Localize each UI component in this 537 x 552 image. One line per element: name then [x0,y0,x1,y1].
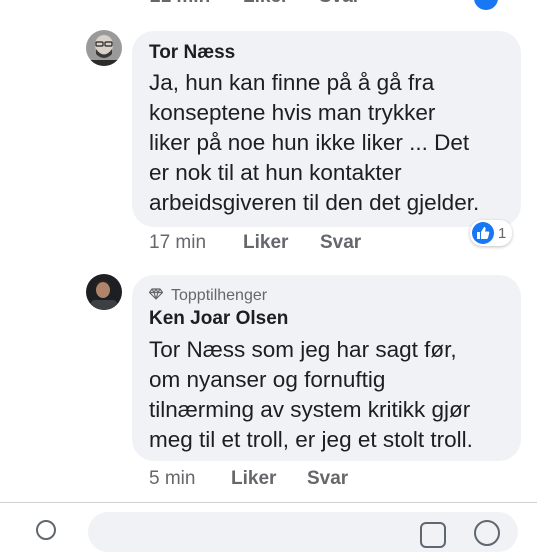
comment-text-line: liker på noe hun ikke liker ... Det [149,130,470,155]
comment-actions: 5 min Liker Svar [0,468,537,492]
avatar-tor-naess[interactable] [86,30,122,66]
comment-text-line: tilnærming av system kritikk gjør [149,397,471,422]
avatar-ken-joar-olsen[interactable] [86,274,122,310]
profile-icon[interactable] [36,520,56,540]
comment-text-line: meg til et troll, er jeg et stolt troll. [149,427,473,452]
comment-bubble: Topptilhenger Ken Joar Olsen Tor Næss so… [132,275,521,461]
comment-time[interactable]: 5 min [149,468,195,490]
diamond-icon [148,287,164,305]
comment-text-line: Ja, hun kan finne på å gå fra [149,70,435,95]
like-link[interactable]: Liker [243,232,288,254]
reply-link[interactable]: Svar [307,468,348,490]
comment-time[interactable]: 17 min [149,232,206,254]
like-link[interactable]: Liker [231,468,276,490]
comment-author[interactable]: Tor Næss [149,42,235,64]
top-fan-badge: Topptilhenger [148,287,268,305]
comment-text-line: Tor Næss som jeg har sagt før, [149,337,457,362]
gif-icon[interactable] [420,522,446,548]
previous-comment-meta: 21 min Liker Svar [0,0,537,10]
reply-link[interactable]: Svar [320,232,361,254]
comment-text-line: konseptene hvis man trykker [149,100,436,125]
comment-bubble: Tor Næss Ja, hun kan finne på å gå fra k… [132,31,521,227]
comment-author[interactable]: Ken Joar Olsen [149,308,288,330]
comment-text: Ja, hun kan finne på å gå fra konseptene… [149,68,519,218]
previous-reply-link[interactable]: Svar [319,0,360,8]
comment-text-line: er nok til at hun kontakter [149,160,402,185]
comment-text-line: om nyanser og fornuftig [149,367,386,392]
previous-comment-time: 21 min [150,0,210,8]
comment-text: Tor Næss som jeg har sagt før, om nyanse… [149,335,519,455]
comment-actions: 17 min Liker Svar [0,232,537,256]
comment-input[interactable] [88,512,518,552]
top-fan-label: Topptilhenger [171,287,268,304]
comment-text-line: arbeidsgiveren til den det gjelder. [149,190,480,215]
emoji-icon[interactable] [474,520,500,546]
composer-divider [0,502,537,503]
previous-reaction-icon [472,0,500,12]
previous-like-link[interactable]: Liker [243,0,288,8]
